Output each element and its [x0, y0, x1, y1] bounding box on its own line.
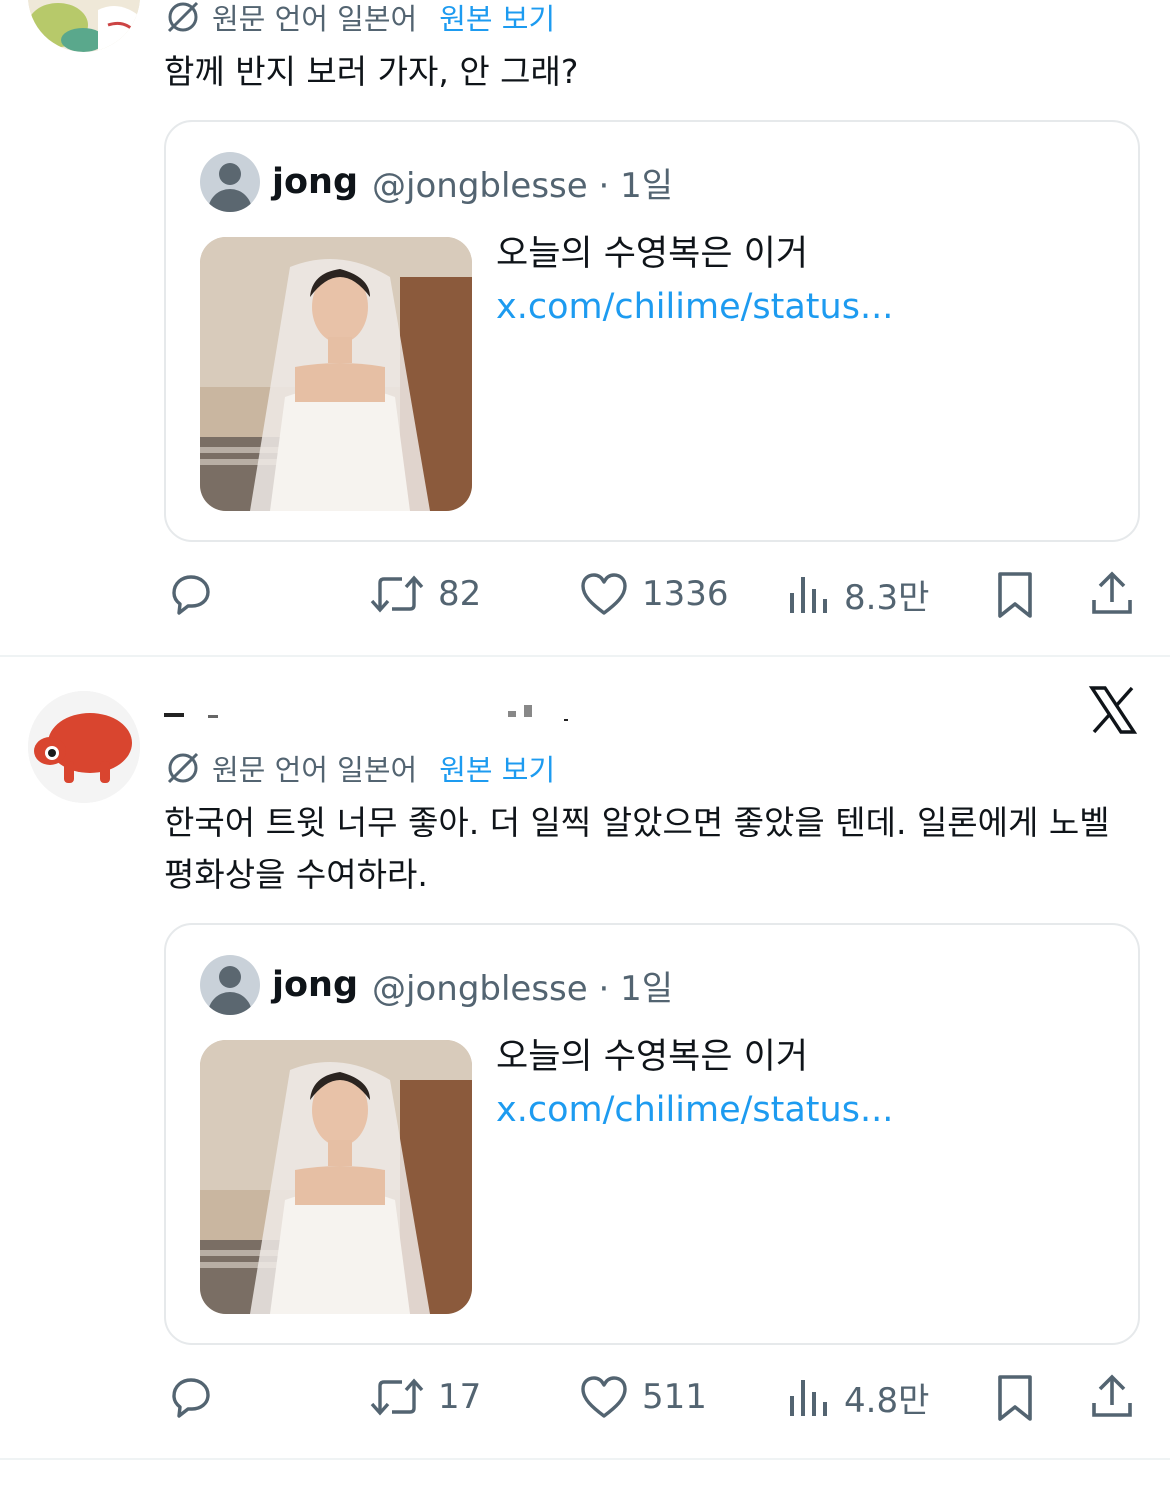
- like-button[interactable]: 511: [578, 1367, 707, 1427]
- quoted-author-name[interactable]: jong: [272, 965, 358, 1005]
- translation-label: 원문 언어 일본어: [212, 753, 418, 787]
- share-button[interactable]: [1088, 564, 1136, 624]
- quoted-author-name[interactable]: jong: [272, 162, 358, 202]
- retweet-button[interactable]: 82: [368, 564, 481, 624]
- reply-button[interactable]: [166, 1367, 216, 1427]
- retweet-button[interactable]: 17: [368, 1367, 481, 1427]
- bookmark-icon: [998, 572, 1032, 618]
- share-icon: [1092, 1374, 1132, 1417]
- retweet-icon: [370, 1378, 424, 1416]
- quoted-tweet-image[interactable]: [200, 237, 472, 511]
- quoted-link[interactable]: x.com/chilime/status...: [496, 1090, 893, 1130]
- tweet-text: 한국어 트윗 너무 좋아. 더 일찍 알았으면 좋았을 텐데. 일론에게 노벨 …: [164, 803, 1110, 894]
- like-count: 1336: [642, 574, 729, 614]
- translation-row: 원문 언어 일본어 원본 보기: [164, 0, 555, 38]
- like-count: 511: [642, 1377, 707, 1417]
- bookmark-button[interactable]: [994, 564, 1036, 624]
- show-original-link[interactable]: 원본 보기: [439, 0, 555, 38]
- retweet-count: 17: [438, 1377, 482, 1417]
- author-name-hidden: [164, 685, 574, 721]
- tweet-text: 함께 반지 보러 가자, 안 그래?: [164, 52, 579, 91]
- quoted-tweet-header: jong @jongblesse · 1일: [200, 955, 673, 1015]
- views-count: 8.3만: [844, 577, 930, 618]
- quoted-text: 오늘의 수영복은 이거: [496, 1037, 809, 1077]
- views-icon: [790, 577, 827, 613]
- reply-icon: [172, 1378, 210, 1418]
- quoted-tweet-text: 오늘의 수영복은 이거 x.com/chilime/status...: [496, 228, 1116, 334]
- views-count: 4.8만: [844, 1380, 930, 1421]
- quoted-text: 오늘의 수영복은 이거: [496, 234, 809, 274]
- show-original-link[interactable]: 원본 보기: [439, 747, 555, 789]
- reply-button[interactable]: [166, 564, 216, 624]
- quoted-tweet-header: jong @jongblesse · 1일: [200, 152, 673, 212]
- default-avatar-icon[interactable]: [200, 152, 260, 212]
- views-button[interactable]: 4.8만: [786, 1367, 929, 1427]
- quoted-author-handle: @jongblesse · 1일: [372, 968, 674, 1009]
- quoted-tweet-text: 오늘의 수영복은 이거 x.com/chilime/status...: [496, 1031, 1116, 1137]
- x-logo-icon: [1088, 686, 1138, 734]
- like-icon: [581, 573, 627, 615]
- reply-icon: [172, 575, 210, 615]
- quoted-tweet[interactable]: jong @jongblesse · 1일 오늘의 수영복은 이거 x.com/…: [164, 923, 1140, 1345]
- translation-row: 원문 언어 일본어 원본 보기: [164, 747, 555, 789]
- retweet-icon: [370, 575, 424, 613]
- translate-icon: [167, 1, 199, 33]
- bookmark-button[interactable]: [994, 1367, 1036, 1427]
- views-icon: [790, 1380, 827, 1416]
- translation-label: 원문 언어 일본어: [212, 2, 418, 36]
- translate-icon: [167, 752, 199, 784]
- action-bar: 82 1336 8.3만: [0, 564, 1170, 624]
- bookmark-icon: [998, 1375, 1032, 1421]
- tweet-2[interactable]: 원문 언어 일본어 원본 보기 한국어 트윗 너무 좋아. 더 일찍 알았으면 …: [0, 657, 1170, 1460]
- quoted-tweet-image[interactable]: [200, 1040, 472, 1314]
- quoted-author-handle: @jongblesse · 1일: [372, 165, 674, 206]
- views-button[interactable]: 8.3만: [786, 564, 929, 624]
- default-avatar-icon[interactable]: [200, 955, 260, 1015]
- like-icon: [581, 1376, 627, 1418]
- like-button[interactable]: 1336: [578, 564, 729, 624]
- avatar[interactable]: [28, 691, 140, 803]
- quoted-link[interactable]: x.com/chilime/status...: [496, 287, 893, 327]
- share-button[interactable]: [1088, 1367, 1136, 1427]
- tweet-1[interactable]: 원문 언어 일본어 원본 보기 함께 반지 보러 가자, 안 그래? jong …: [0, 0, 1170, 656]
- share-icon: [1092, 571, 1132, 614]
- retweet-count: 82: [438, 574, 482, 614]
- quoted-tweet[interactable]: jong @jongblesse · 1일 오늘의 수영복은 이거 x.com/…: [164, 120, 1140, 542]
- avatar[interactable]: [28, 0, 140, 52]
- action-bar: 17 511 4.8만: [0, 1367, 1170, 1427]
- tweet-divider: [0, 1458, 1170, 1460]
